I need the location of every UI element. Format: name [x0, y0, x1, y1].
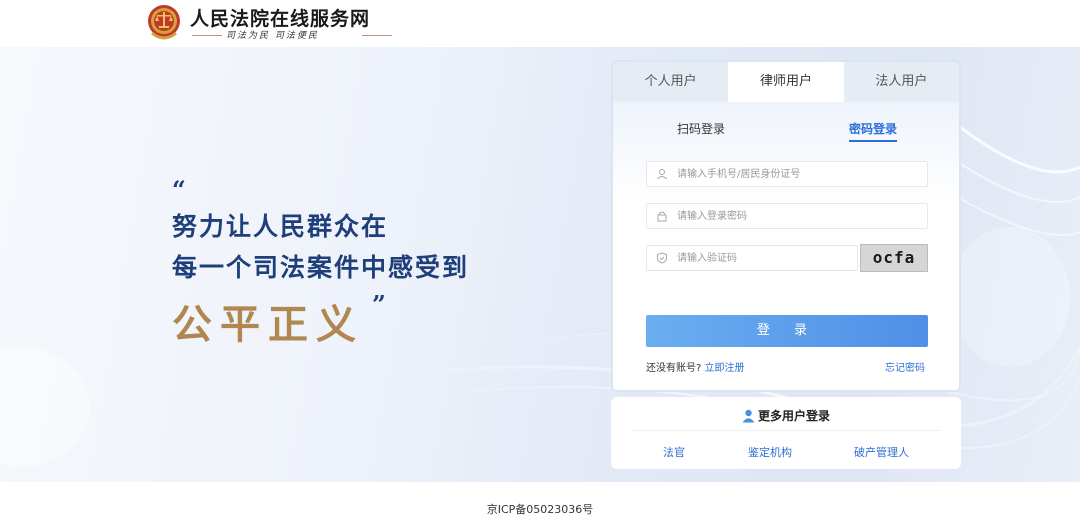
phone-id-input[interactable] [677, 163, 927, 185]
hero-quote-line-1: 努力让人民群众在 [172, 212, 389, 241]
slogan-divider-right [362, 35, 392, 36]
person-icon [742, 409, 755, 423]
slogan-divider-left [192, 35, 222, 36]
bankruptcy-administrator-login-link[interactable]: 破产管理人 [854, 444, 909, 460]
hero-quote-line-2: 每一个司法案件中感受到 [172, 253, 470, 282]
judge-login-link[interactable]: 法官 [663, 444, 685, 460]
site-footer: 京ICP备05023036号 [0, 482, 1080, 526]
appraisal-agency-login-link[interactable]: 鉴定机构 [748, 444, 792, 460]
no-account-text: 还没有账号? [646, 363, 702, 374]
tab-qr-login[interactable]: 扫码登录 [677, 120, 725, 137]
password-input[interactable] [677, 205, 927, 227]
site-title: 人民法院在线服务网 [190, 8, 371, 30]
captcha-field[interactable] [646, 245, 858, 271]
shield-check-icon [647, 246, 677, 270]
no-account-prompt: 还没有账号? 立即注册 [646, 359, 745, 374]
captcha-image[interactable]: ocfa [860, 244, 928, 272]
hero-quote-emphasis: 公平正义 [172, 301, 364, 348]
user-type-tabs: 个人用户 律师用户 法人用户 [613, 62, 959, 102]
tab-legal-entity-user[interactable]: 法人用户 [843, 62, 959, 102]
captcha-input[interactable] [677, 247, 857, 269]
active-tab-indicator [849, 140, 897, 142]
court-emblem-icon[interactable] [146, 3, 182, 43]
divider [631, 430, 941, 431]
quote-close-mark: ” [372, 290, 386, 319]
login-button[interactable]: 登 录 [646, 315, 928, 347]
login-panel: 个人用户 律师用户 法人用户 扫码登录 密码登录 ocfa 登 录 [611, 60, 961, 392]
more-users-heading: 更多用户登录 [611, 407, 961, 424]
login-form: 扫码登录 密码登录 ocfa 登 录 还没有账号? 立即注册 忘 [613, 102, 959, 390]
password-field[interactable] [646, 203, 928, 229]
lock-icon [647, 204, 677, 228]
more-users-panel: 更多用户登录 法官 鉴定机构 破产管理人 [611, 397, 961, 469]
forgot-password-link[interactable]: 忘记密码 [885, 359, 925, 374]
icp-record[interactable]: 京ICP备05023036号 [0, 501, 1080, 517]
register-link[interactable]: 立即注册 [705, 363, 745, 374]
user-icon [647, 162, 677, 186]
more-users-title: 更多用户登录 [757, 409, 830, 423]
tab-lawyer-user[interactable]: 律师用户 [728, 62, 844, 102]
site-slogan: 司法为民 司法便民 [226, 31, 319, 41]
tab-password-login[interactable]: 密码登录 [849, 120, 897, 137]
phone-id-field[interactable] [646, 161, 928, 187]
quote-open-mark: “ [172, 175, 186, 204]
site-header: 人民法院在线服务网 司法为民 司法便民 [0, 0, 1080, 47]
tab-personal-user[interactable]: 个人用户 [613, 62, 729, 102]
